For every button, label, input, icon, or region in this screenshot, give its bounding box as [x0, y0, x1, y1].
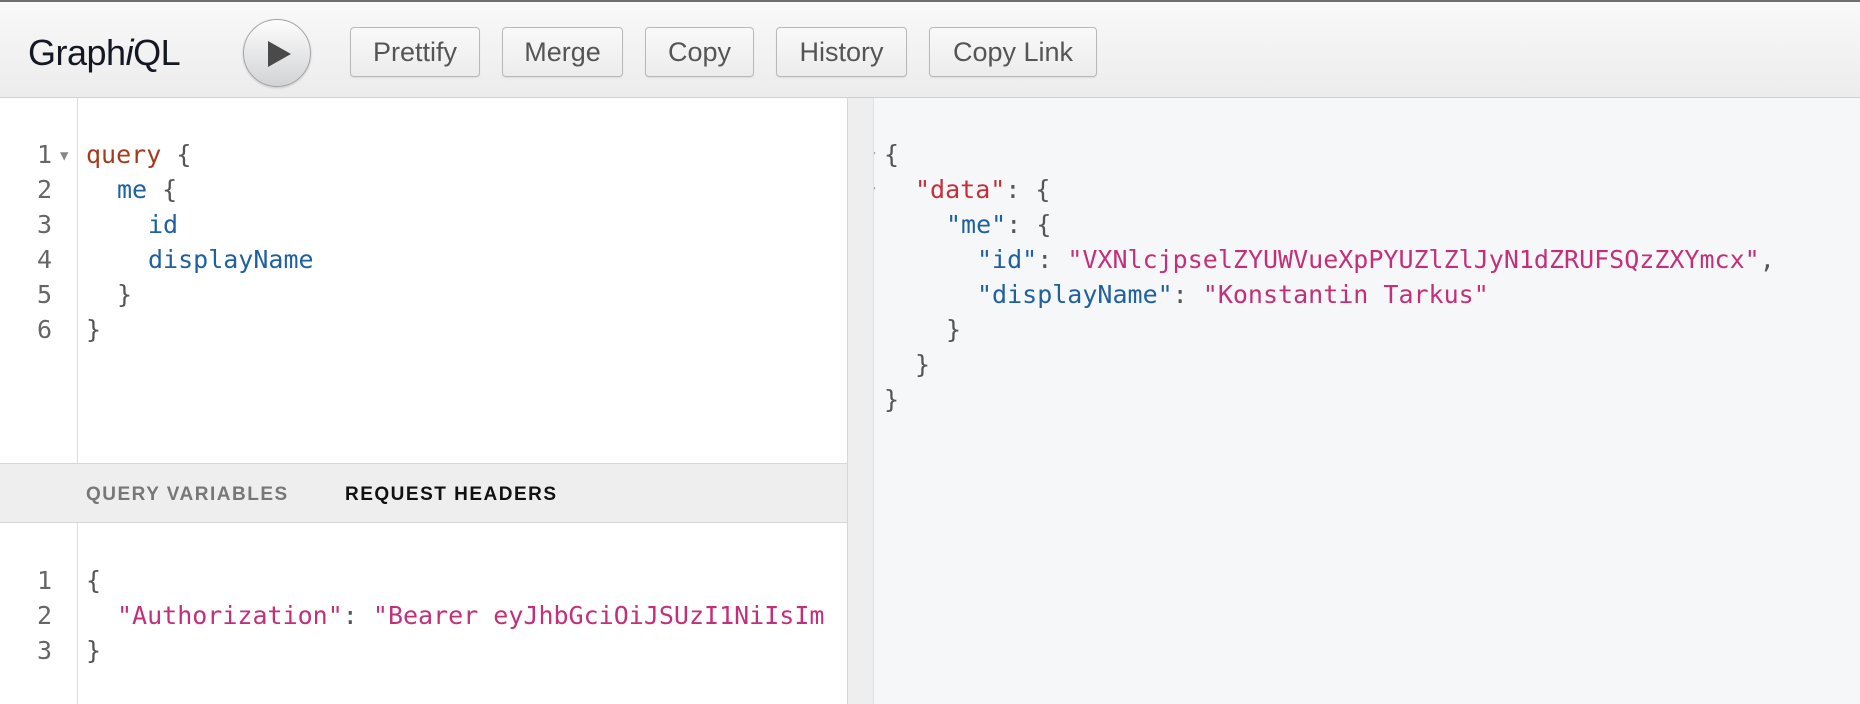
title-suffix: QL	[133, 32, 181, 73]
fold-arrow-icon[interactable]: ▼	[874, 183, 875, 199]
headers-editor[interactable]: 1 2 3 { "Authorization": "Bearer eyJhbGc…	[0, 523, 848, 704]
query-editor-gutter: 1 2 3 4 5 6 ▼	[0, 98, 78, 463]
id-value: "VXNlcjpselZYUWVueXpPYUZlZlJyN1dZRUFSQzZ…	[1067, 245, 1760, 274]
result-line: }	[915, 350, 931, 379]
result-line: }	[884, 385, 900, 414]
result-line: ▼"data": {	[874, 175, 1050, 204]
code-punct: }	[117, 280, 133, 309]
tab-query-variables[interactable]: QUERY VARIABLES	[86, 484, 289, 506]
data-key: "data"	[915, 175, 1006, 204]
title-prefix: Graph	[28, 32, 126, 73]
code-punct: {	[147, 175, 178, 204]
code-line: "Authorization": "Bearer eyJhbGciOiJSUzI…	[117, 601, 824, 630]
header-value: "Bearer eyJhbGciOiJSUzI1NiIsIm	[372, 601, 825, 630]
display-name-value: "Konstantin Tarkus"	[1202, 280, 1489, 309]
toolbar: GraphiQL Prettify Merge Copy History Cop…	[0, 0, 1860, 98]
result-line: "id": "VXNlcjpselZYUWVueXpPYUZlZlJyN1dZR…	[977, 245, 1775, 274]
code-punct: {	[161, 140, 192, 169]
me-key: "me"	[946, 210, 1007, 239]
app-title: GraphiQL	[28, 32, 181, 74]
line-number: 1	[36, 140, 52, 169]
line-number: 5	[36, 280, 52, 309]
line-number: 2	[36, 601, 52, 630]
result-line: }	[946, 315, 962, 344]
line-number: 6	[36, 315, 52, 344]
header-key: "Authorization"	[117, 601, 343, 630]
result-viewer: ▼{ ▼"data": { "me": { "id": "VXNlcjpselZ…	[874, 98, 1860, 704]
display-name-key: "displayName"	[977, 280, 1173, 309]
code-line: {	[86, 566, 102, 595]
code-line: me {	[117, 175, 177, 204]
variables-tab-bar: QUERY VARIABLES REQUEST HEADERS	[0, 463, 848, 523]
fold-arrow-icon[interactable]: ▼	[60, 148, 68, 164]
field-name: me	[117, 175, 148, 204]
play-icon	[268, 41, 291, 67]
line-number: 3	[36, 636, 52, 665]
headers-editor-gutter: 1 2 3	[0, 523, 78, 704]
merge-button[interactable]: Merge	[502, 27, 623, 77]
line-number: 3	[36, 210, 52, 239]
code-line: query {	[86, 140, 191, 169]
line-number: 2	[36, 175, 52, 204]
field-name: id	[148, 210, 179, 239]
title-italic: i	[125, 32, 134, 73]
code-line: id	[148, 210, 178, 239]
prettify-button[interactable]: Prettify	[350, 27, 480, 77]
pane-divider[interactable]	[847, 98, 874, 704]
graphiql-app: GraphiQL Prettify Merge Copy History Cop…	[0, 0, 1860, 704]
code-line: }	[86, 315, 101, 344]
history-button[interactable]: History	[776, 27, 907, 77]
line-number: 4	[36, 245, 52, 274]
copy-link-button[interactable]: Copy Link	[929, 27, 1097, 77]
result-line: "me": {	[946, 210, 1052, 239]
query-keyword: query	[86, 140, 162, 169]
result-line: ▼{	[874, 140, 900, 169]
code-punct: :	[342, 601, 373, 630]
code-line: }	[86, 636, 102, 665]
code-line: displayName	[148, 245, 314, 274]
field-name: displayName	[148, 245, 314, 274]
result-line: "displayName": "Konstantin Tarkus"	[977, 280, 1489, 309]
id-key: "id"	[977, 245, 1038, 274]
fold-arrow-icon[interactable]: ▼	[874, 148, 875, 164]
line-number: 1	[36, 566, 52, 595]
code-punct: }	[86, 315, 102, 344]
code-line: }	[117, 280, 132, 309]
execute-query-button[interactable]	[243, 19, 311, 87]
tab-request-headers[interactable]: REQUEST HEADERS	[345, 484, 558, 506]
query-editor[interactable]: 1 2 3 4 5 6 ▼ query { me { id displayNam…	[0, 98, 848, 463]
code-punct: {	[884, 140, 900, 169]
copy-button[interactable]: Copy	[645, 27, 754, 77]
